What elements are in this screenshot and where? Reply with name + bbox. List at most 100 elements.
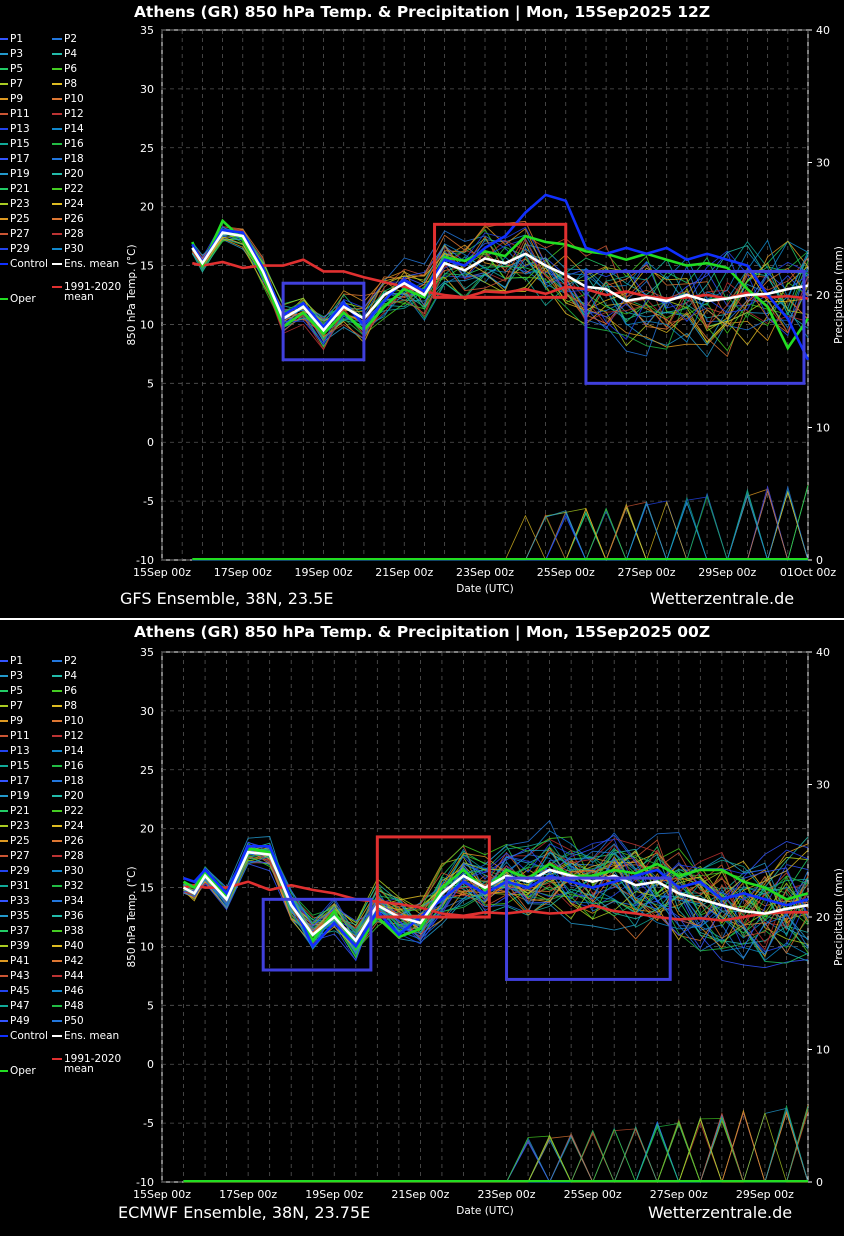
legend-swatch [0, 158, 8, 160]
legend-swatch [52, 233, 62, 235]
legend-label: P28 [64, 850, 84, 862]
legend-swatch [52, 188, 62, 190]
precip-line [192, 488, 809, 561]
legend-item: P6 [52, 63, 77, 75]
legend-swatch [52, 735, 62, 737]
legend-item: P18 [52, 153, 84, 165]
legend-label: P23 [10, 198, 30, 210]
legend-swatch [0, 975, 8, 977]
y2-tick-label: 40 [816, 646, 830, 659]
precip-line [183, 1123, 808, 1183]
gfs-chart: -10-50510152025303501020304015Sep 00z 17S… [126, 24, 844, 595]
legend-swatch [0, 690, 8, 692]
precip-line [192, 489, 809, 562]
legend-label: P32 [64, 880, 84, 892]
y-tick-label: 0 [147, 436, 154, 449]
legend-swatch [0, 870, 8, 872]
legend-label: Ens. mean [64, 258, 120, 270]
legend-label: P17 [10, 775, 30, 787]
legend-swatch [0, 990, 8, 992]
legend-label: P40 [64, 940, 84, 952]
legend-label: P37 [10, 925, 30, 937]
y2-tick-label: 20 [816, 289, 830, 302]
precip-line [192, 489, 808, 561]
legend-item: P16 [52, 138, 84, 150]
legend-label: P24 [64, 198, 84, 210]
precip-line [183, 1116, 808, 1183]
legend-label: P16 [64, 760, 84, 772]
legend-label: P18 [64, 775, 84, 787]
legend-item: P27 [0, 228, 30, 240]
precip-line [192, 510, 808, 561]
legend-item: P24 [52, 820, 84, 832]
legend-item: P37 [0, 925, 30, 937]
legend-swatch [52, 930, 62, 932]
legend-swatch [52, 795, 62, 797]
legend-item: P24 [52, 198, 84, 210]
legend-item: P4 [52, 670, 77, 682]
legend-swatch [0, 233, 8, 235]
precip-line [183, 1107, 809, 1183]
legend-label: P22 [64, 805, 84, 817]
legend-swatch [0, 660, 8, 662]
precip-line [192, 500, 808, 562]
precip-line [192, 496, 808, 561]
legend-item: P30 [52, 865, 84, 877]
precip-line [192, 494, 808, 561]
legend-item: P30 [52, 243, 84, 255]
legend-label: P10 [64, 93, 84, 105]
legend-swatch [52, 1020, 62, 1022]
legend-label: P35 [10, 910, 30, 922]
y-tick-label: -5 [143, 1117, 154, 1130]
legend-mean: Ens. mean [52, 1030, 119, 1042]
precip-line [183, 1121, 808, 1183]
legend-swatch [52, 885, 62, 887]
legend-label: P36 [64, 910, 84, 922]
legend-item: P48 [52, 1000, 84, 1012]
legend-label: P26 [64, 835, 84, 847]
legend-swatch [52, 296, 62, 298]
x-tick-label: 23Sep 00z [478, 1188, 536, 1201]
legend-label: P6 [64, 685, 78, 697]
legend-swatch [0, 1070, 8, 1072]
legend-control: Control [0, 1030, 48, 1042]
precip-line [192, 496, 808, 561]
precip-line [183, 1111, 809, 1184]
legend-item: P19 [0, 790, 30, 802]
legend-item: P25 [0, 835, 30, 847]
precip-line [183, 1126, 808, 1183]
legend-item: P21 [0, 805, 30, 817]
legend-item: P43 [0, 970, 30, 982]
legend-swatch [52, 158, 62, 160]
legend-swatch [52, 660, 62, 662]
y2-tick-label: 40 [816, 24, 830, 37]
legend-item: P1 [0, 655, 23, 667]
y2-axis-label: Precipitation (mm) [833, 246, 844, 344]
legend-swatch [0, 68, 8, 70]
legend-item: P9 [0, 715, 23, 727]
member-line [192, 232, 809, 346]
precip-line [183, 1106, 809, 1184]
legend-swatch [52, 915, 62, 917]
legend-swatch [52, 765, 62, 767]
legend-item: P35 [0, 910, 30, 922]
legend-swatch [0, 900, 8, 902]
y-tick-label: 15 [140, 882, 154, 895]
precip-line [183, 1116, 808, 1183]
precip-line [183, 1116, 808, 1183]
legend-label: P44 [64, 970, 84, 982]
legend-label: P31 [10, 880, 30, 892]
legend-item: P3 [0, 670, 23, 682]
legend-label: P13 [10, 745, 30, 757]
legend-label: P30 [64, 865, 84, 877]
precip-line [183, 1108, 809, 1183]
legend-oper: Oper [0, 1065, 36, 1077]
legend-label: P50 [64, 1015, 84, 1027]
legend-item: P5 [0, 685, 23, 697]
legend-label: P21 [10, 805, 30, 817]
legend-swatch [52, 675, 62, 677]
legend-item: P44 [52, 970, 84, 982]
legend-item: P46 [52, 985, 84, 997]
site-label: Wetterzentrale.de [650, 589, 795, 608]
x-tick-label: 27Sep 00z [618, 566, 676, 579]
